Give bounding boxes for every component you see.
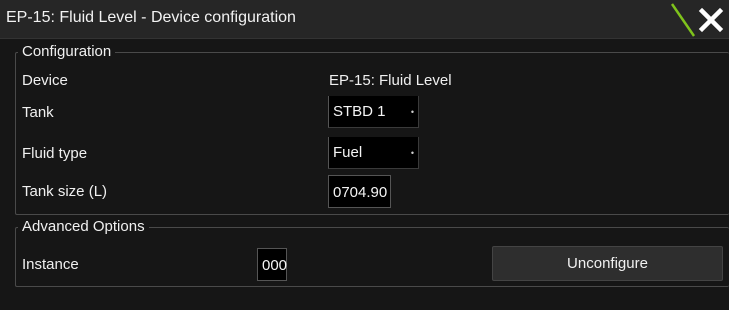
- dropdown-indicator-icon: •: [410, 148, 414, 158]
- device-configuration-dialog: EP-15: Fluid Level - Device configuratio…: [0, 0, 729, 310]
- fluid-type-dropdown-value: Fuel: [333, 144, 363, 161]
- device-value: EP-15: Fluid Level: [329, 72, 452, 89]
- tank-label: Tank: [22, 104, 54, 121]
- fluid-type-dropdown[interactable]: Fuel •: [328, 137, 419, 169]
- configuration-legend: Configuration: [18, 43, 116, 60]
- title-bar: EP-15: Fluid Level - Device configuratio…: [0, 0, 729, 39]
- instance-field[interactable]: 000: [257, 248, 287, 281]
- tank-size-label: Tank size (L): [22, 183, 108, 200]
- device-label: Device: [22, 72, 68, 89]
- tank-size-field[interactable]: 0704.90: [328, 175, 391, 208]
- tank-dropdown-value: STBD 1: [333, 103, 386, 120]
- tank-dropdown[interactable]: STBD 1 •: [328, 96, 419, 128]
- instance-label: Instance: [22, 256, 79, 273]
- instance-value: 000: [262, 257, 288, 274]
- close-icon[interactable]: [696, 5, 726, 35]
- dialog-title: EP-15: Fluid Level - Device configuratio…: [6, 9, 296, 26]
- dropdown-indicator-icon: •: [410, 107, 414, 117]
- tank-size-value: 0704.90: [333, 184, 388, 201]
- advanced-options-legend: Advanced Options: [18, 218, 149, 235]
- fluid-type-label: Fluid type: [22, 145, 88, 162]
- unconfigure-button[interactable]: Unconfigure: [492, 246, 723, 281]
